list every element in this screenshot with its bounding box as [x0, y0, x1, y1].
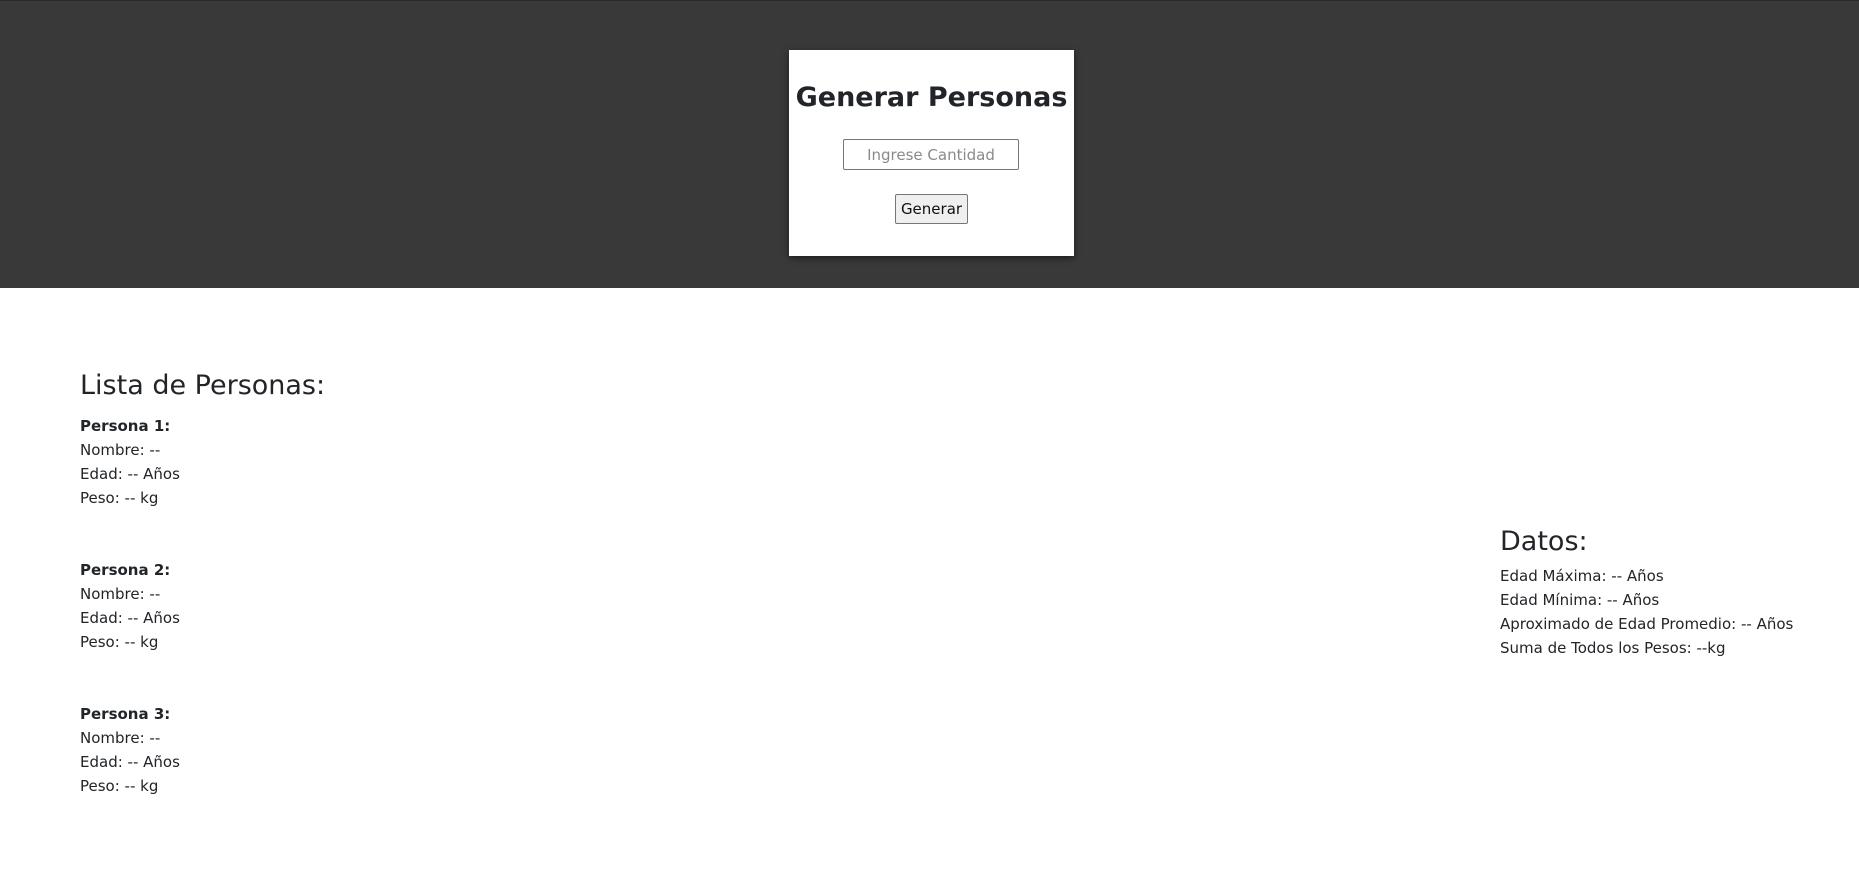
persona-age: Edad: -- Años — [80, 753, 180, 771]
persona-title: Persona 1: — [80, 417, 171, 435]
persona-title: Persona 3: — [80, 705, 171, 723]
quantity-input[interactable] — [843, 139, 1019, 170]
list-item: Persona 2: Nombre: -- Edad: -- Años Peso… — [80, 558, 680, 654]
stats-title: Datos: — [1500, 526, 1588, 557]
list-title: Lista de Personas: — [80, 370, 326, 401]
persona-weight: Peso: -- kg — [80, 633, 159, 651]
stats-panel: Datos: Edad Máxima: -- Años Edad Mínima:… — [1500, 524, 1850, 660]
stat-max-age: Edad Máxima: -- Años — [1500, 567, 1664, 585]
persona-age: Edad: -- Años — [80, 609, 180, 627]
generate-button[interactable]: Generar — [895, 194, 968, 224]
stat-min-age: Edad Mínima: -- Años — [1500, 591, 1660, 609]
list-item: Persona 3: Nombre: -- Edad: -- Años Peso… — [80, 702, 680, 798]
persona-age: Edad: -- Años — [80, 465, 180, 483]
stat-total-weight: Suma de Todos los Pesos: --kg — [1500, 639, 1726, 657]
header-banner: Generar Personas Generar — [0, 0, 1859, 288]
persona-weight: Peso: -- kg — [80, 777, 159, 795]
list-item: Persona 1: Nombre: -- Edad: -- Años Peso… — [80, 414, 680, 510]
persona-name: Nombre: -- — [80, 585, 161, 603]
generate-card: Generar Personas Generar — [789, 50, 1074, 256]
persons-list: Lista de Personas: Persona 1: Nombre: --… — [80, 368, 680, 846]
persona-weight: Peso: -- kg — [80, 489, 159, 507]
persona-title: Persona 2: — [80, 561, 171, 579]
card-title: Generar Personas — [795, 82, 1068, 113]
persona-name: Nombre: -- — [80, 441, 161, 459]
persona-name: Nombre: -- — [80, 729, 161, 747]
stat-avg-age: Aproximado de Edad Promedio: -- Años — [1500, 615, 1794, 633]
